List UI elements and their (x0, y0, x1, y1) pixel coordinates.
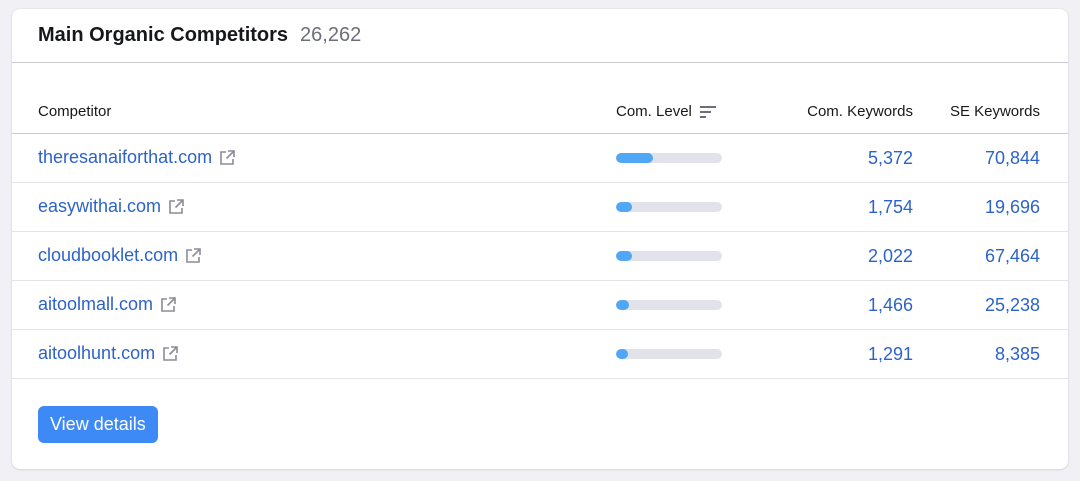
column-header-se-keywords: SE Keywords (949, 103, 1040, 120)
external-link-icon[interactable] (161, 345, 179, 363)
card-header: Main Organic Competitors 26,262 (12, 9, 1068, 63)
com-level-bar-fill (616, 251, 632, 261)
com-level-bar-fill (616, 153, 654, 163)
card-title: Main Organic Competitors (38, 24, 289, 46)
table-row: cloudbooklet.com 2,022 67,464 (12, 232, 1068, 281)
com-keywords-value[interactable]: 1,754 (868, 197, 913, 218)
com-keywords-value[interactable]: 1,466 (868, 295, 913, 316)
com-level-bar-fill (616, 202, 632, 212)
competitor-link[interactable]: theresanaiforthat.com (38, 147, 236, 168)
com-level-bar (616, 349, 722, 359)
competitor-domain: theresanaiforthat.com (38, 147, 213, 167)
competitor-link[interactable]: aitoolhunt.com (38, 343, 179, 364)
com-keywords-value[interactable]: 1,291 (868, 344, 913, 365)
com-level-bar (616, 251, 722, 261)
competitors-count: 26,262 (300, 24, 362, 46)
com-level-bar-fill (616, 349, 628, 359)
com-level-bar-fill (616, 300, 629, 310)
table-row: aitoolmall.com 1,466 25,238 (12, 281, 1068, 330)
se-keywords-value[interactable]: 8,385 (995, 344, 1040, 365)
com-level-bar (616, 153, 722, 163)
competitor-link[interactable]: cloudbooklet.com (38, 245, 202, 266)
se-keywords-value[interactable]: 19,696 (985, 197, 1040, 218)
table-row: easywithai.com 1,754 19,696 (12, 183, 1068, 232)
external-link-icon[interactable] (184, 247, 202, 265)
table-row: aitoolhunt.com 1,291 8,385 (12, 330, 1068, 379)
column-header-competitor: Competitor (38, 103, 112, 120)
external-link-icon[interactable] (218, 149, 236, 167)
competitors-card: Main Organic Competitors 26,262 Competit… (12, 9, 1068, 469)
com-level-bar (616, 300, 722, 310)
competitor-domain: aitoolmall.com (38, 294, 154, 314)
competitor-domain: aitoolhunt.com (38, 343, 156, 363)
competitor-link[interactable]: aitoolmall.com (38, 294, 177, 315)
column-header-com-level[interactable]: Com. Level (616, 103, 716, 120)
external-link-icon[interactable] (159, 296, 177, 314)
se-keywords-value[interactable]: 67,464 (985, 246, 1040, 267)
competitor-link[interactable]: easywithai.com (38, 196, 185, 217)
sort-icon[interactable] (699, 105, 716, 119)
competitors-table-body: theresanaiforthat.com 5,372 70,844 easyw… (12, 134, 1068, 379)
table-header: Competitor Com. Level Com. Keywords SE K… (12, 87, 1068, 134)
se-keywords-value[interactable]: 70,844 (985, 148, 1040, 169)
competitor-domain: cloudbooklet.com (38, 245, 179, 265)
column-header-com-level-label: Com. Level (616, 103, 692, 120)
view-details-button[interactable]: View details (38, 406, 158, 443)
com-level-bar (616, 202, 722, 212)
com-keywords-value[interactable]: 5,372 (868, 148, 913, 169)
se-keywords-value[interactable]: 25,238 (985, 295, 1040, 316)
competitor-domain: easywithai.com (38, 196, 162, 216)
table-row: theresanaiforthat.com 5,372 70,844 (12, 134, 1068, 183)
external-link-icon[interactable] (167, 198, 185, 216)
column-header-com-keywords: Com. Keywords (807, 103, 913, 120)
com-keywords-value[interactable]: 2,022 (868, 246, 913, 267)
